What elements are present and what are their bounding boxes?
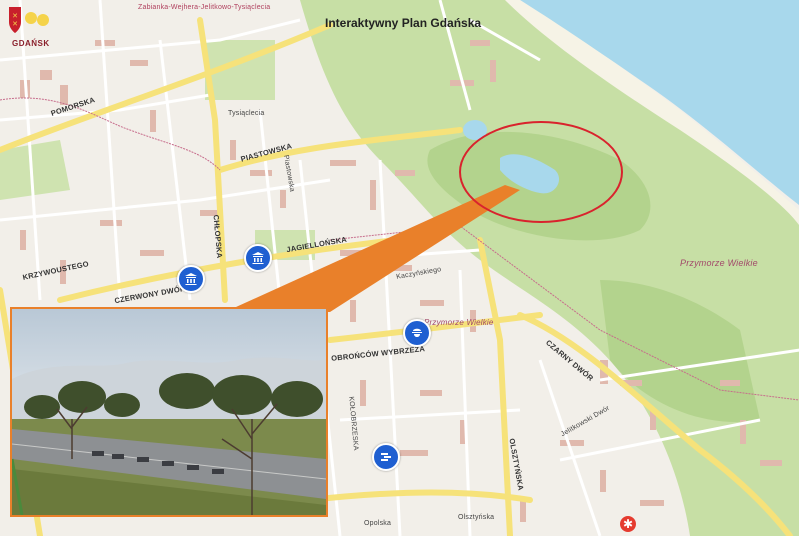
- museum-marker[interactable]: [177, 265, 205, 293]
- gdansk-logo[interactable]: ✕ ✕ GDAŃSK: [5, 4, 51, 48]
- office-marker[interactable]: [372, 443, 400, 471]
- park-view-photo: [10, 307, 328, 517]
- museum-marker[interactable]: [244, 244, 272, 272]
- map-view[interactable]: ✕ ✕ GDAŃSK Interaktywny Plan Gdańska Zab…: [0, 0, 799, 536]
- svg-text:✕: ✕: [12, 21, 18, 28]
- svg-text:✕: ✕: [12, 13, 18, 20]
- hospital-icon: ✱: [622, 517, 634, 531]
- page-title: Interaktywny Plan Gdańska: [325, 16, 482, 30]
- museum-icon: [252, 252, 264, 264]
- museum-icon: [185, 273, 197, 285]
- police-marker[interactable]: [403, 319, 431, 347]
- district-label: Przymorze Wielkie: [424, 318, 494, 327]
- highlight-ring: [459, 121, 623, 223]
- police-icon: [412, 328, 422, 337]
- district-label: Przymorze Wielkie: [680, 258, 758, 268]
- street-label: Opolska: [364, 520, 392, 527]
- photo-image: [12, 309, 326, 515]
- logo-text: GDAŃSK: [12, 39, 50, 48]
- street-label: Olsztyńska: [458, 514, 495, 521]
- street-label: Tysiąclecia: [228, 110, 265, 117]
- hospital-marker[interactable]: ✱: [620, 516, 636, 532]
- gdansk-coat-of-arms-icon: ✕ ✕: [9, 7, 49, 33]
- office-icon: [381, 453, 391, 461]
- street-label: Zabianka-Wejhera-Jelitkowo-Tysiąclecia: [138, 4, 271, 11]
